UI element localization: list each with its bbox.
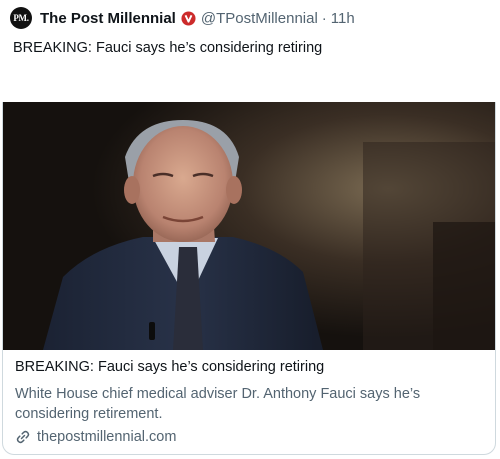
author-name[interactable]: The Post Millennial [40,10,176,27]
card-domain[interactable]: thepostmillennial.com [15,429,176,445]
verified-badge-icon [181,10,196,26]
card-title[interactable]: BREAKING: Fauci says he’s considering re… [15,359,324,375]
card-description: White House chief medical adviser Dr. An… [15,386,421,422]
separator-dot: · [321,9,327,27]
link-card[interactable]: BREAKING: Fauci says he’s considering re… [2,102,496,455]
card-domain-label: thepostmillennial.com [37,429,177,445]
card-image[interactable] [3,102,495,350]
link-icon [16,430,30,444]
tweet-header: PM. The Post Millennial @TPostMillennial… [10,6,355,30]
timestamp[interactable]: 11h [331,10,355,27]
author-handle[interactable]: @TPostMillennial [201,10,318,27]
tweet[interactable]: PM. The Post Millennial @TPostMillennial… [0,0,500,459]
avatar[interactable]: PM. [10,7,32,29]
tweet-text: BREAKING: Fauci says he’s considering re… [13,40,323,56]
